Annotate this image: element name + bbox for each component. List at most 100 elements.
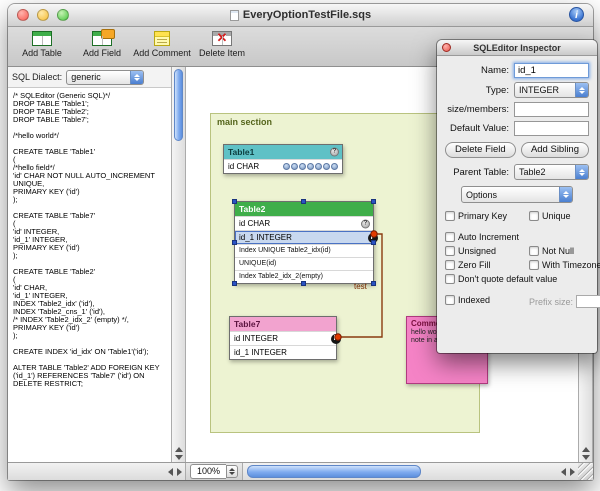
zoom-button[interactable]	[57, 9, 69, 21]
checkbox-indexed[interactable]: Indexed	[445, 295, 527, 308]
minimize-button[interactable]	[37, 9, 49, 21]
popup-arrows-icon	[575, 83, 588, 97]
scroll-right-icon[interactable]	[177, 468, 182, 476]
checkbox-not-null[interactable]: Not Null	[529, 246, 600, 256]
sql-sidebar: SQL Dialect: generic /* SQLEditor (Gener…	[8, 67, 171, 462]
inspector-window[interactable]: SQLEditor Inspector Name: Type: INTEGER …	[437, 40, 597, 353]
help-icon[interactable]: ?	[361, 219, 370, 228]
table1-header[interactable]: Table1 ?	[224, 145, 342, 159]
add-sibling-button[interactable]: Add Sibling	[521, 142, 589, 158]
type-select[interactable]: INTEGER	[514, 82, 589, 98]
checkbox-icon[interactable]	[445, 260, 455, 270]
info-icon[interactable]: i	[569, 7, 584, 22]
field-text: id_1 INTEGER	[234, 346, 287, 359]
canvas-horizontal-scrollbar[interactable]	[242, 463, 578, 480]
table2-index-row[interactable]: Index UNIQUE Table2_idx(id)	[235, 244, 373, 257]
canvas-vscrollbar-arrows[interactable]	[579, 447, 592, 460]
checkbox-auto-increment[interactable]: Auto Increment	[445, 232, 600, 242]
table1-row-id[interactable]: id CHAR	[224, 159, 342, 173]
checkbox-with-timezone[interactable]: With Timezone	[529, 260, 600, 270]
table-table1[interactable]: Table1 ? id CHAR	[223, 144, 343, 174]
scroll-down-icon[interactable]	[582, 455, 590, 460]
selection-handle[interactable]	[232, 199, 237, 204]
checkbox-icon[interactable]	[445, 246, 455, 256]
sidebar-scrollbar-thumb[interactable]	[174, 69, 183, 141]
selection-handle[interactable]	[301, 199, 306, 204]
table1-name: Table1	[228, 147, 254, 157]
sql-source-text[interactable]: /* SQLEditor (Generic SQL)*/ DROP TABLE …	[8, 88, 171, 462]
name-field[interactable]	[514, 63, 589, 78]
type-value: INTEGER	[515, 85, 575, 95]
table7-header[interactable]: Table7	[230, 317, 336, 331]
table-table7[interactable]: Table7 id INTEGER P id_1 INTEGER	[229, 316, 337, 360]
selection-handle[interactable]	[301, 281, 306, 286]
selection-handle[interactable]	[371, 281, 376, 286]
close-button[interactable]	[17, 9, 29, 21]
checkbox-unique[interactable]: Unique	[529, 211, 600, 221]
scroll-left-icon[interactable]	[561, 468, 566, 476]
selection-handle[interactable]	[371, 240, 376, 245]
table7-row-id1[interactable]: id_1 INTEGER	[230, 345, 336, 359]
zoom-stepper[interactable]	[226, 465, 238, 478]
dialect-label: SQL Dialect:	[12, 72, 62, 82]
scroll-up-icon[interactable]	[175, 447, 183, 452]
checkbox-icon[interactable]	[529, 211, 539, 221]
add-comment-button[interactable]: Add Comment	[134, 29, 190, 58]
inspector-close-button[interactable]	[442, 43, 451, 52]
table2-unique-row[interactable]: UNIQUE(id)	[235, 257, 373, 270]
zoom-control[interactable]: 100%	[190, 465, 238, 478]
scroll-right-icon[interactable]	[570, 468, 575, 476]
options-select[interactable]: Options	[461, 186, 573, 203]
name-label: Name:	[445, 65, 514, 76]
scroll-down-icon[interactable]	[175, 455, 183, 460]
checkbox-icon[interactable]	[445, 274, 455, 284]
checkbox-label: With Timezone	[542, 260, 600, 270]
canvas-hscrollbar-thumb[interactable]	[247, 465, 421, 478]
selection-handle[interactable]	[232, 240, 237, 245]
default-value-field[interactable]	[514, 121, 589, 136]
prefix-size-field[interactable]	[576, 295, 600, 308]
checkbox-primary-key[interactable]: Primary Key	[445, 211, 527, 221]
scroll-up-icon[interactable]	[582, 447, 590, 452]
checkbox-icon[interactable]	[529, 260, 539, 270]
document-icon	[230, 10, 239, 21]
default-value-label: Default Value:	[445, 123, 514, 134]
checkbox-zero-fill[interactable]: Zero Fill	[445, 260, 527, 270]
add-table-label: Add Table	[22, 48, 62, 58]
scroll-left-icon[interactable]	[168, 468, 173, 476]
table2-row-id1-selected[interactable]: id_1 INTEGER P	[235, 230, 373, 244]
sidebar-vertical-scrollbar[interactable]	[171, 67, 186, 462]
table2-row-id[interactable]: id CHAR ?	[235, 216, 373, 230]
checkbox-icon[interactable]	[445, 295, 455, 305]
checkbox-icon[interactable]	[445, 211, 455, 221]
delete-item-button[interactable]: ✕ Delete Item	[194, 29, 250, 58]
delete-field-button[interactable]: Delete Field	[445, 142, 516, 158]
dialect-select[interactable]: generic	[66, 70, 144, 85]
table-table2[interactable]: Table2 id CHAR ? id_1 INTEGER P Index UN…	[234, 201, 374, 284]
table7-row-id[interactable]: id INTEGER P	[230, 331, 336, 345]
table2-header[interactable]: Table2	[235, 202, 373, 216]
size-members-label: size/members:	[445, 104, 514, 115]
add-field-button[interactable]: Add Field	[74, 29, 130, 58]
relationship-label[interactable]: test	[354, 282, 367, 291]
checkbox-icon[interactable]	[445, 232, 455, 242]
resize-grip[interactable]	[578, 463, 593, 480]
help-icon[interactable]: ?	[330, 148, 339, 157]
inspector-titlebar[interactable]: SQLEditor Inspector	[437, 40, 597, 56]
sidebar-scrollbar-arrows[interactable]	[172, 447, 185, 460]
add-comment-icon	[154, 31, 170, 46]
prefix-size-row: Prefix size:	[529, 295, 600, 308]
titlebar[interactable]: EveryOptionTestFile.sqs i	[8, 4, 593, 27]
selection-handle[interactable]	[371, 199, 376, 204]
add-table-button[interactable]: Add Table	[14, 29, 70, 58]
size-members-field[interactable]	[514, 102, 589, 117]
sidebar-horizontal-scrollbar[interactable]	[8, 463, 186, 480]
checkbox-icon[interactable]	[529, 246, 539, 256]
zoom-level[interactable]: 100%	[190, 464, 226, 479]
field-option-toggle-icons[interactable]	[283, 163, 338, 170]
parent-table-select[interactable]: Table2	[514, 164, 589, 180]
field-text: id_1 INTEGER	[239, 231, 292, 244]
checkbox-unsigned[interactable]: Unsigned	[445, 246, 527, 256]
selection-handle[interactable]	[232, 281, 237, 286]
checkbox-dont-quote-default[interactable]: Don't quote default value	[445, 274, 600, 284]
